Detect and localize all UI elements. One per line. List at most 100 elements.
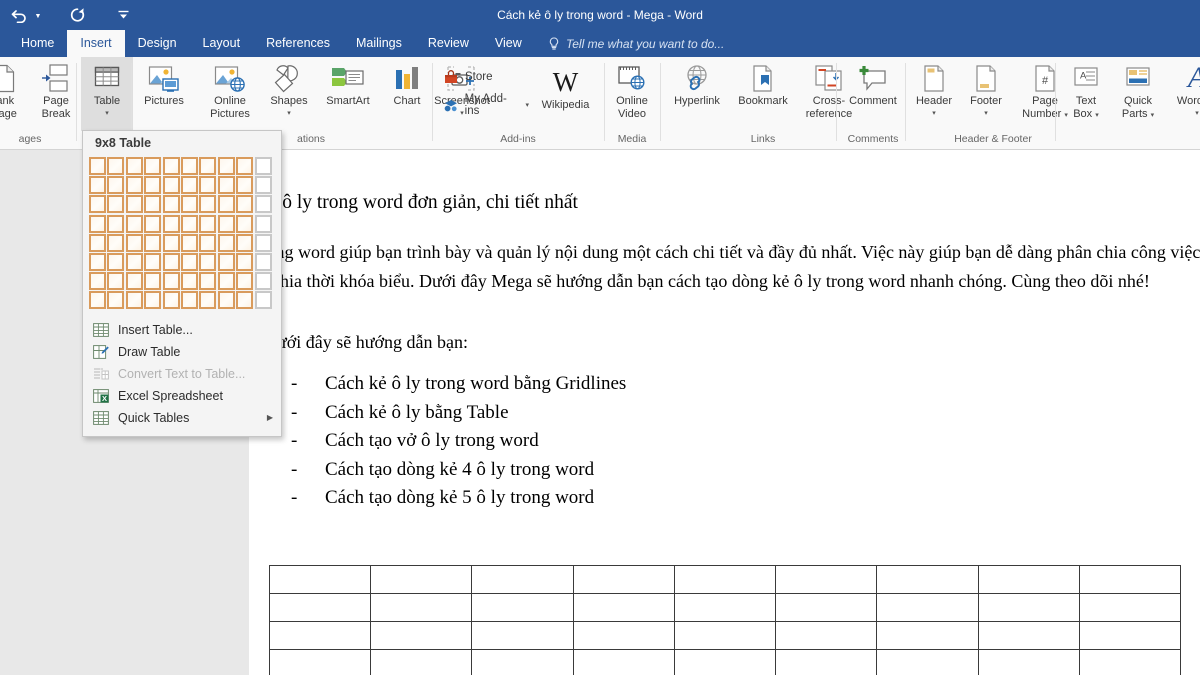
table-cell[interactable] xyxy=(371,622,472,650)
menu-item-insert-table[interactable]: Insert Table... xyxy=(83,319,281,341)
grid-cell-3x2[interactable] xyxy=(126,176,143,194)
grid-cell-9x8[interactable] xyxy=(236,291,253,309)
table-cell[interactable] xyxy=(270,650,371,675)
grid-cell-2x4[interactable] xyxy=(107,215,124,233)
grid-cell-4x8[interactable] xyxy=(144,291,161,309)
online-video-button[interactable]: Online Video xyxy=(606,57,658,127)
grid-cell-9x1[interactable] xyxy=(236,157,253,175)
grid-cell-2x7[interactable] xyxy=(107,272,124,290)
grid-cell-4x4[interactable] xyxy=(144,215,161,233)
store-button[interactable]: Store xyxy=(438,63,533,91)
grid-cell-10x1[interactable] xyxy=(255,157,272,175)
grid-cell-1x6[interactable] xyxy=(89,253,106,271)
comment-button[interactable]: Comment xyxy=(840,57,906,127)
grid-cell-5x1[interactable] xyxy=(163,157,180,175)
table-cell[interactable] xyxy=(776,594,877,622)
grid-cell-3x8[interactable] xyxy=(126,291,143,309)
table-cell[interactable] xyxy=(1079,594,1180,622)
grid-cell-1x5[interactable] xyxy=(89,234,106,252)
text-box-chevron-down-icon[interactable]: ▾ xyxy=(1095,112,1099,119)
quick-parts-button[interactable]: Quick Parts ▾ xyxy=(1112,57,1164,127)
grid-cell-5x5[interactable] xyxy=(163,234,180,252)
tab-view[interactable]: View xyxy=(482,30,535,57)
grid-cell-7x6[interactable] xyxy=(199,253,216,271)
grid-cell-6x3[interactable] xyxy=(181,195,198,213)
table-cell[interactable] xyxy=(573,594,674,622)
blank-page-button[interactable]: lank Page xyxy=(0,57,30,127)
tab-references[interactable]: References xyxy=(253,30,343,57)
grid-cell-7x7[interactable] xyxy=(199,272,216,290)
tab-design[interactable]: Design xyxy=(125,30,190,57)
grid-cell-9x5[interactable] xyxy=(236,234,253,252)
table-cell[interactable] xyxy=(371,594,472,622)
table-cell[interactable] xyxy=(270,566,371,594)
grid-cell-8x3[interactable] xyxy=(218,195,235,213)
grid-cell-8x4[interactable] xyxy=(218,215,235,233)
grid-cell-10x3[interactable] xyxy=(255,195,272,213)
table-cell[interactable] xyxy=(978,566,1079,594)
table-chevron-down-icon[interactable]: ▾ xyxy=(105,109,109,119)
grid-cell-9x4[interactable] xyxy=(236,215,253,233)
table-cell[interactable] xyxy=(978,594,1079,622)
grid-cell-10x4[interactable] xyxy=(255,215,272,233)
hyperlink-button[interactable]: Hyperlink xyxy=(664,57,730,127)
grid-cell-4x1[interactable] xyxy=(144,157,161,175)
table-cell[interactable] xyxy=(877,622,978,650)
tell-me-search[interactable]: Tell me what you want to do... xyxy=(548,30,724,57)
wordart-chevron-down-icon[interactable]: ▾ xyxy=(1195,109,1199,119)
grid-cell-3x6[interactable] xyxy=(126,253,143,271)
table-cell[interactable] xyxy=(371,566,472,594)
grid-cell-8x2[interactable] xyxy=(218,176,235,194)
grid-cell-8x1[interactable] xyxy=(218,157,235,175)
quick-parts-chevron-down-icon[interactable]: ▾ xyxy=(1151,112,1155,119)
grid-cell-9x3[interactable] xyxy=(236,195,253,213)
page-break-button[interactable]: Page Break xyxy=(30,57,82,127)
table-cell[interactable] xyxy=(776,622,877,650)
grid-cell-5x6[interactable] xyxy=(163,253,180,271)
grid-cell-6x8[interactable] xyxy=(181,291,198,309)
smartart-button[interactable]: SmartArt xyxy=(315,57,381,127)
grid-cell-1x3[interactable] xyxy=(89,195,106,213)
tab-insert[interactable]: Insert xyxy=(67,30,124,57)
grid-cell-4x5[interactable] xyxy=(144,234,161,252)
grid-cell-9x6[interactable] xyxy=(236,253,253,271)
table-button[interactable]: Table ▾ xyxy=(81,57,133,131)
table-cell[interactable] xyxy=(978,622,1079,650)
grid-cell-10x7[interactable] xyxy=(255,272,272,290)
bookmark-button[interactable]: Bookmark xyxy=(730,57,796,127)
my-addins-chevron-down-icon[interactable]: ▾ xyxy=(525,101,529,109)
grid-cell-6x2[interactable] xyxy=(181,176,198,194)
table-size-grid[interactable] xyxy=(83,155,281,315)
table-cell[interactable] xyxy=(877,650,978,675)
menu-item-quick-tables[interactable]: Quick Tables ▶ xyxy=(83,407,281,429)
grid-cell-5x3[interactable] xyxy=(163,195,180,213)
online-pictures-button[interactable]: Online Pictures xyxy=(197,57,263,127)
inserted-table[interactable] xyxy=(269,565,1181,675)
grid-cell-1x2[interactable] xyxy=(89,176,106,194)
shapes-button[interactable]: Shapes ▾ xyxy=(263,57,315,127)
grid-cell-3x5[interactable] xyxy=(126,234,143,252)
grid-cell-4x3[interactable] xyxy=(144,195,161,213)
grid-cell-7x1[interactable] xyxy=(199,157,216,175)
grid-cell-9x7[interactable] xyxy=(236,272,253,290)
table-cell[interactable] xyxy=(674,594,775,622)
menu-item-draw-table[interactable]: Draw Table xyxy=(83,341,281,363)
grid-cell-7x8[interactable] xyxy=(199,291,216,309)
table-cell[interactable] xyxy=(978,650,1079,675)
pictures-button[interactable]: Pictures xyxy=(131,57,197,127)
footer-chevron-down-icon[interactable]: ▾ xyxy=(984,109,988,119)
grid-cell-8x6[interactable] xyxy=(218,253,235,271)
grid-cell-3x7[interactable] xyxy=(126,272,143,290)
table-cell[interactable] xyxy=(270,594,371,622)
table-cell[interactable] xyxy=(472,622,573,650)
table-cell[interactable] xyxy=(573,566,674,594)
grid-cell-3x1[interactable] xyxy=(126,157,143,175)
grid-cell-8x7[interactable] xyxy=(218,272,235,290)
grid-cell-5x8[interactable] xyxy=(163,291,180,309)
wordart-button[interactable]: A WordArt ▾ xyxy=(1164,57,1200,127)
table-cell[interactable] xyxy=(1079,650,1180,675)
my-addins-button[interactable]: My Add-ins ▾ xyxy=(438,91,533,119)
grid-cell-1x7[interactable] xyxy=(89,272,106,290)
grid-cell-1x1[interactable] xyxy=(89,157,106,175)
table-cell[interactable] xyxy=(1079,566,1180,594)
